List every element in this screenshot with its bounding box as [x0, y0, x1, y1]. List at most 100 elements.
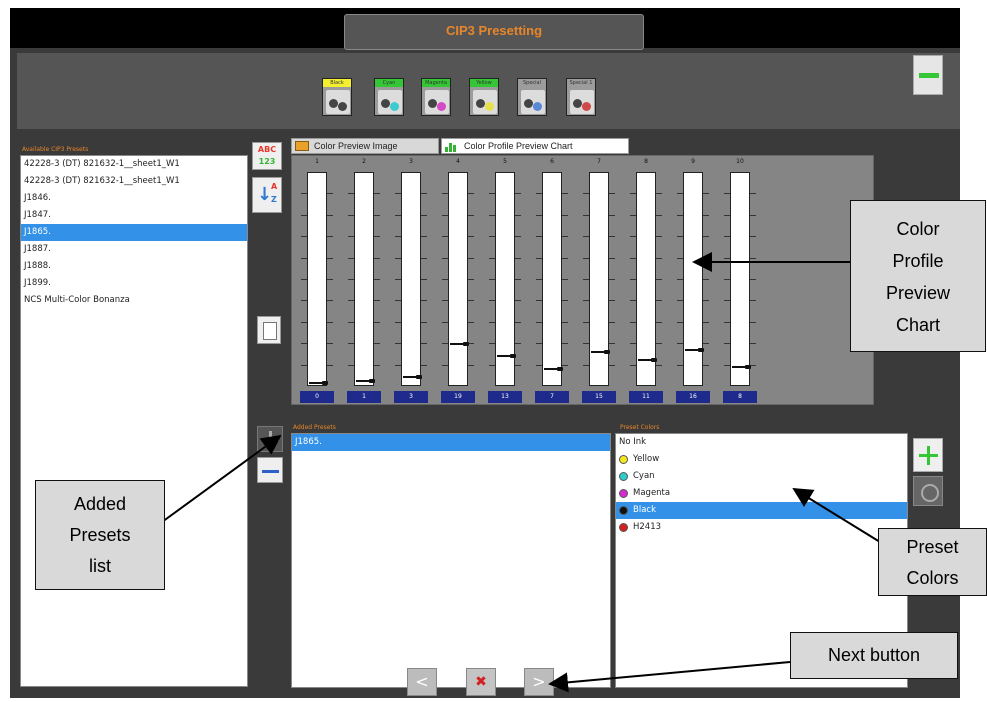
list-item[interactable]: J1846.: [21, 190, 247, 207]
tick: [750, 236, 756, 238]
tick: [609, 300, 615, 302]
tab-color-preview-image[interactable]: Color Preview Image: [291, 138, 439, 154]
list-item[interactable]: J1887.: [21, 241, 247, 258]
tick: [515, 364, 521, 366]
list-item[interactable]: NCS Multi-Color Bonanza: [21, 292, 247, 309]
tick: [609, 364, 615, 366]
list-item[interactable]: J1899.: [21, 275, 247, 292]
tick: [750, 214, 756, 216]
123-label: 123: [258, 157, 276, 166]
tick: [562, 300, 568, 302]
category-label: 5: [503, 158, 507, 165]
cancel-button[interactable]: ✖: [466, 668, 496, 696]
color-label: H2413: [633, 522, 662, 532]
next-button[interactable]: >: [524, 668, 554, 696]
tick: [703, 279, 709, 280]
ink-icon: [425, 90, 449, 114]
list-item[interactable]: Black: [616, 502, 907, 519]
tick: [703, 214, 709, 216]
ink-tile[interactable]: Magenta: [421, 78, 451, 116]
color-label: Cyan: [633, 471, 655, 481]
add-color-button[interactable]: [913, 438, 943, 472]
level-handle[interactable]: [651, 358, 657, 363]
sort-az-button[interactable]: ↓ A Z: [252, 177, 282, 213]
tick: [609, 236, 615, 238]
tick: [421, 321, 427, 323]
tick: [656, 279, 662, 280]
tick: [630, 321, 636, 323]
ink-label: Black: [323, 79, 351, 87]
callout-next-button: Next button: [790, 632, 958, 679]
tick: [677, 300, 683, 302]
list-item[interactable]: J1847.: [21, 207, 247, 224]
level-handle[interactable]: [557, 366, 563, 371]
level-handle[interactable]: [604, 350, 610, 355]
list-item[interactable]: J1888.: [21, 258, 247, 275]
value-label: 8: [723, 391, 757, 403]
tick: [562, 321, 568, 323]
tick: [421, 193, 427, 195]
ink-tile[interactable]: Special: [517, 78, 547, 116]
list-item[interactable]: Cyan: [616, 468, 907, 485]
tick: [656, 236, 662, 238]
value-label: 7: [535, 391, 569, 403]
list-item[interactable]: 42228-3 (DT) 821632-1__sheet1_W1: [21, 156, 247, 173]
color-swatch: [619, 489, 628, 498]
level-handle[interactable]: [369, 378, 375, 383]
tick: [562, 279, 568, 280]
added-presets-list[interactable]: J1865.: [291, 433, 611, 688]
tick: [348, 279, 354, 280]
ink-tile[interactable]: Cyan: [374, 78, 404, 116]
tick: [677, 321, 683, 323]
callout-line: Next button: [827, 645, 921, 665]
ink-tile[interactable]: Yellow: [469, 78, 499, 116]
sort-alphanumeric-button[interactable]: ABC 123: [252, 142, 282, 170]
value-label: 11: [629, 391, 663, 403]
level-handle[interactable]: [510, 354, 516, 359]
tick: [656, 300, 662, 302]
ink-tile[interactable]: Black: [322, 78, 352, 116]
list-item[interactable]: No Ink: [616, 434, 907, 451]
tick: [583, 321, 589, 323]
tick: [562, 257, 568, 259]
remove-preset-button[interactable]: [257, 457, 283, 483]
tick: [677, 343, 683, 345]
list-item[interactable]: 42228-3 (DT) 821632-1__sheet1_W1: [21, 173, 247, 190]
chart-column: 8 11: [627, 156, 665, 406]
erase-color-button[interactable]: [913, 476, 943, 506]
value-label: 16: [676, 391, 710, 403]
tick: [562, 214, 568, 216]
callout-line: Presets: [69, 525, 131, 545]
level-handle[interactable]: [322, 381, 328, 385]
tick: [630, 364, 636, 366]
list-item[interactable]: H2413: [616, 519, 907, 536]
callout-line: Colors: [906, 568, 959, 588]
tick: [562, 236, 568, 238]
ink-label: Special 1: [567, 79, 595, 87]
add-preset-button[interactable]: [257, 426, 283, 452]
ink-tile[interactable]: Special 1: [566, 78, 596, 116]
tick: [724, 193, 730, 195]
tick: [724, 279, 730, 280]
available-presets-list[interactable]: 42228-3 (DT) 821632-1__sheet1_W1 42228-3 …: [20, 155, 248, 687]
level-handle[interactable]: [463, 341, 469, 346]
tick: [442, 214, 448, 216]
document-icon[interactable]: [257, 316, 281, 344]
callout-added-presets-list: Added Presets list: [35, 480, 165, 590]
list-item[interactable]: J1865.: [21, 224, 247, 241]
list-item[interactable]: Yellow: [616, 451, 907, 468]
tick: [421, 343, 427, 345]
tab-color-profile-preview-chart[interactable]: Color Profile Preview Chart: [441, 138, 629, 154]
tick: [677, 257, 683, 259]
tick: [724, 236, 730, 238]
prev-button[interactable]: <: [407, 668, 437, 696]
tick: [677, 364, 683, 366]
list-item[interactable]: J1865.: [292, 434, 610, 451]
list-item[interactable]: Magenta: [616, 485, 907, 502]
level-handle[interactable]: [745, 364, 751, 369]
remove-ink-button[interactable]: [913, 55, 943, 95]
level-handle[interactable]: [416, 374, 422, 379]
tick: [442, 321, 448, 323]
tick: [656, 343, 662, 345]
level-handle[interactable]: [698, 348, 704, 353]
